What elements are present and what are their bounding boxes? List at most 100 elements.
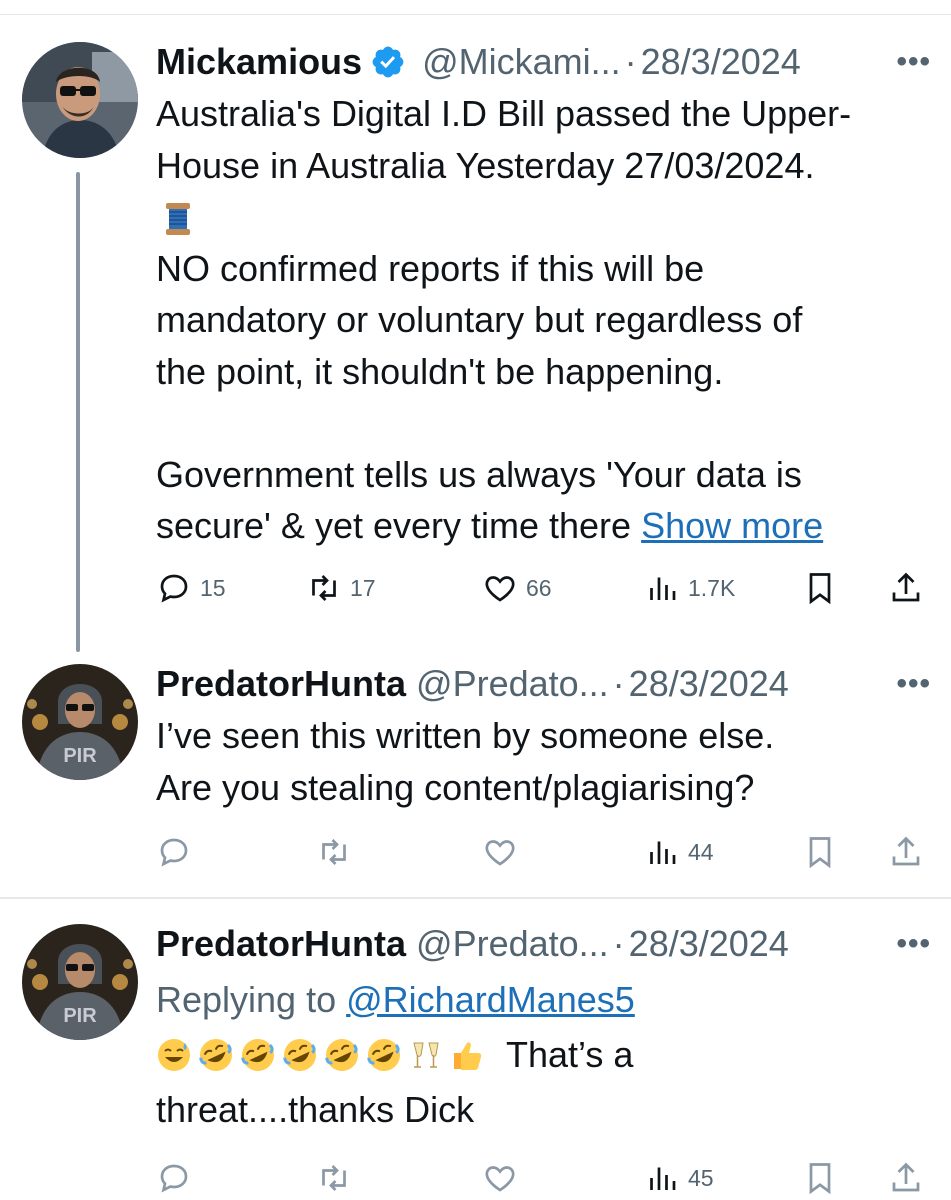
views-count: 44 bbox=[688, 838, 714, 865]
more-icon[interactable]: ••• bbox=[887, 40, 931, 84]
tweet-date[interactable]: 28/3/2024 bbox=[641, 41, 801, 83]
views-count: 1.7K bbox=[688, 574, 736, 601]
retweet-icon bbox=[322, 839, 346, 865]
tweet-header: PredatorHunta @Predato... · 28/3/2024 ••… bbox=[156, 922, 931, 966]
retweet-button[interactable] bbox=[316, 830, 352, 874]
show-more-link[interactable]: Show more bbox=[641, 505, 823, 546]
author-handle[interactable]: @Mickami... bbox=[422, 41, 621, 83]
views-icon bbox=[650, 841, 676, 864]
author-handle[interactable]: @Predato... bbox=[416, 663, 609, 705]
tweet-text: Australia's Digital I.D Bill passed the … bbox=[156, 88, 927, 552]
replying-to-line: Replying to @RichardManes5 bbox=[156, 974, 927, 1026]
author-name[interactable]: Mickamious bbox=[156, 41, 362, 83]
tweet-line: Are you stealing content/plagiarising? bbox=[156, 766, 755, 808]
tweet-line: the point, it shouldn't be happening. bbox=[156, 350, 724, 392]
retweet-button[interactable]: 17 bbox=[306, 566, 376, 610]
more-icon[interactable]: ••• bbox=[887, 662, 931, 706]
avatar-image: PIR bbox=[22, 664, 138, 780]
thread-spool-icon bbox=[166, 203, 190, 236]
tweet-line: House in Australia Yesterday 27/03/2024. bbox=[156, 144, 815, 186]
reply-count: 15 bbox=[200, 574, 226, 601]
bookmark-icon bbox=[809, 837, 831, 869]
author-name[interactable]: PredatorHunta bbox=[156, 663, 406, 705]
tweet-1[interactable]: Mickamious @Mickami... · 28/3/2024 ••• A… bbox=[0, 0, 951, 652]
share-icon bbox=[892, 572, 920, 602]
reply-button[interactable] bbox=[156, 1156, 192, 1200]
rofl-emoji-icon bbox=[325, 1038, 358, 1071]
tweet-divider bbox=[0, 897, 951, 899]
verified-badge-icon bbox=[372, 46, 404, 78]
tweet-date[interactable]: 28/3/2024 bbox=[629, 663, 789, 705]
tweet-date[interactable]: 28/3/2024 bbox=[629, 923, 789, 965]
tweet-actions: 44 bbox=[156, 830, 931, 874]
separator-dot: · bbox=[612, 923, 625, 964]
tweet-line: Government tells us always 'Your data is bbox=[156, 453, 802, 495]
reply-icon bbox=[160, 574, 188, 603]
tweet-header: Mickamious @Mickami... · 28/3/2024 ••• bbox=[156, 40, 931, 84]
svg-text:PIR: PIR bbox=[63, 745, 97, 767]
views-icon bbox=[650, 577, 676, 600]
like-button[interactable] bbox=[482, 1156, 518, 1200]
like-icon bbox=[485, 1166, 515, 1192]
sweat-smile-emoji-icon bbox=[158, 1038, 190, 1071]
author-handle[interactable]: @Predato... bbox=[416, 923, 609, 965]
tweet-text: I’ve seen this written by someone else. … bbox=[156, 710, 927, 813]
avatar[interactable]: PIR bbox=[22, 664, 138, 780]
avatar[interactable]: PIR bbox=[22, 924, 138, 1040]
tweet-line: secure' & yet every time there bbox=[156, 505, 632, 546]
bookmark-button[interactable] bbox=[802, 830, 838, 874]
retweet-icon bbox=[322, 1165, 346, 1191]
rofl-emoji-icon bbox=[283, 1038, 316, 1071]
spool-emoji bbox=[156, 191, 927, 243]
tweet-header: PredatorHunta @Predato... · 28/3/2024 ••… bbox=[156, 662, 931, 706]
like-icon bbox=[485, 576, 515, 602]
reply-button[interactable] bbox=[156, 830, 192, 874]
share-button[interactable] bbox=[888, 830, 924, 874]
share-icon bbox=[892, 836, 920, 866]
tweet-2[interactable]: PIR PredatorHunta @Predato... · 28/3/202… bbox=[0, 640, 951, 896]
tweet-line: mandatory or voluntary but regardless of bbox=[156, 299, 803, 340]
tweet-line: threat....thanks Dick bbox=[156, 1088, 475, 1130]
views-button[interactable]: 1.7K bbox=[644, 566, 735, 610]
avatar[interactable] bbox=[22, 42, 138, 158]
tweet-actions: 45 bbox=[156, 1156, 931, 1200]
views-button[interactable]: 45 bbox=[644, 1156, 714, 1200]
more-icon[interactable]: ••• bbox=[887, 922, 931, 966]
bookmark-button[interactable] bbox=[802, 566, 838, 610]
views-button[interactable]: 44 bbox=[644, 830, 714, 874]
tweet-line: Australia's Digital I.D Bill passed the … bbox=[156, 93, 852, 134]
emoji-line: That’s a bbox=[156, 1026, 927, 1084]
clinking-glasses-emoji-icon bbox=[413, 1042, 439, 1068]
tweet-actions: 15 17 66 1.7K bbox=[156, 566, 931, 610]
tweet-3[interactable]: PIR PredatorHunta @Predato... · 28/3/202… bbox=[0, 900, 951, 1200]
share-button[interactable] bbox=[888, 566, 924, 610]
reply-icon bbox=[160, 1164, 188, 1193]
bookmark-icon bbox=[809, 1163, 831, 1195]
thread-line bbox=[76, 172, 80, 652]
tweet-line: NO confirmed reports if this will be bbox=[156, 247, 705, 289]
replying-to-label: Replying to bbox=[156, 979, 337, 1020]
rofl-emoji-icon bbox=[241, 1038, 274, 1071]
retweet-count: 17 bbox=[350, 574, 376, 601]
author-name[interactable]: PredatorHunta bbox=[156, 923, 406, 965]
share-button[interactable] bbox=[888, 1156, 924, 1200]
separator-dot: · bbox=[624, 41, 637, 82]
like-button[interactable] bbox=[482, 830, 518, 874]
like-button[interactable]: 66 bbox=[482, 566, 552, 610]
rofl-emoji-icon bbox=[367, 1038, 400, 1071]
views-count: 45 bbox=[688, 1164, 714, 1191]
avatar-image: PIR bbox=[22, 924, 138, 1040]
separator-dot: · bbox=[612, 663, 625, 704]
reply-button[interactable]: 15 bbox=[156, 566, 226, 610]
bookmark-button[interactable] bbox=[802, 1156, 838, 1200]
rofl-emoji-icon bbox=[199, 1038, 232, 1071]
tweet-line-with-link: secure' & yet every time there Show more bbox=[156, 500, 927, 552]
views-icon bbox=[650, 1167, 676, 1190]
svg-text:PIR: PIR bbox=[63, 1005, 97, 1027]
tweet-line: That’s a bbox=[506, 1033, 634, 1075]
replying-to-handle-link[interactable]: @RichardManes5 bbox=[346, 979, 635, 1020]
like-icon bbox=[485, 840, 515, 866]
like-count: 66 bbox=[526, 574, 552, 601]
retweet-button[interactable] bbox=[316, 1156, 352, 1200]
